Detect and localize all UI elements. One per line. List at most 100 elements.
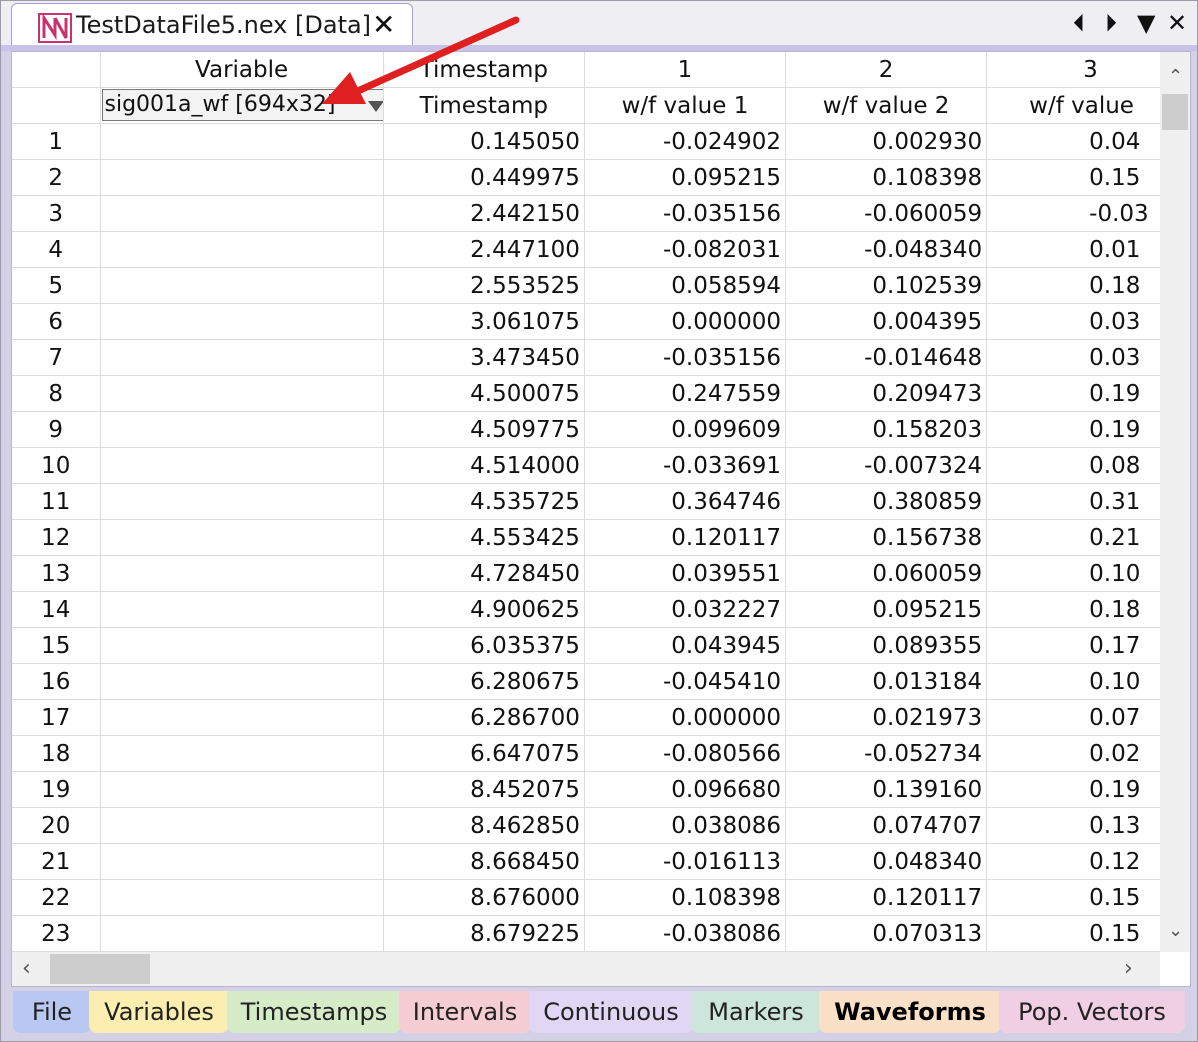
data-table: Variable Timestamp 1 2 3 sig001a_wf [694… [12,52,1190,952]
data-grid: Variable Timestamp 1 2 3 sig001a_wf [694… [11,51,1191,987]
table-row[interactable]: 16 6.280675 -0.045410 0.013184 0.10 [12,663,1190,700]
variable-cell [100,447,384,484]
wf-value-2-cell: 0.021973 [785,699,988,736]
scroll-left-icon[interactable]: ‹ [22,956,31,981]
horizontal-scrollbar[interactable]: ‹ › [12,952,1160,986]
row-number: 13 [12,555,101,592]
wf-value-2-cell: 0.102539 [785,267,988,304]
table-row[interactable]: 19 8.452075 0.096680 0.139160 0.19 [12,771,1190,808]
timestamp-cell: 3.473450 [383,339,585,376]
timestamp-cell: 4.514000 [383,447,585,484]
bottom-tab-variables[interactable]: Variables [89,991,229,1033]
timestamp-cell: 8.676000 [383,879,585,916]
table-row[interactable]: 7 3.473450 -0.035156 -0.014648 0.03 [12,339,1190,376]
wf-value-2-cell: 0.095215 [785,591,988,628]
wf-value-1-cell: 0.108398 [584,879,787,916]
subheader-timestamp: Timestamp [383,87,585,124]
timestamp-cell: 8.462850 [383,807,585,844]
table-row[interactable]: 17 6.286700 0.000000 0.021973 0.07 [12,699,1190,736]
bottom-tab-intervals[interactable]: Intervals [399,991,531,1033]
table-row[interactable]: 8 4.500075 0.247559 0.209473 0.19 [12,375,1190,412]
variable-cell [100,375,384,412]
nav-right-icon[interactable]: ⏵ [1105,9,1117,37]
timestamp-cell: 6.035375 [383,627,585,664]
window-menu-icon[interactable]: ▼ [1137,9,1155,37]
row-number: 21 [12,843,101,880]
dropdown-arrow-icon[interactable] [367,101,383,112]
wf-value-1-cell: 0.096680 [584,771,787,808]
table-row[interactable]: 22 8.676000 0.108398 0.120117 0.15 [12,879,1190,916]
timestamp-cell: 2.442150 [383,195,585,232]
scroll-up-icon[interactable]: ⌃ [1168,66,1183,87]
table-row[interactable]: 23 8.679225 -0.038086 0.070313 0.15 [12,915,1190,952]
horizontal-scroll-thumb[interactable] [50,954,150,984]
bottom-tab-timestamps[interactable]: Timestamps [227,991,401,1033]
variable-cell [100,483,384,520]
table-row[interactable]: 5 2.553525 0.058594 0.102539 0.18 [12,267,1190,304]
variable-cell [100,195,384,232]
wf-value-1-cell: 0.043945 [584,627,787,664]
table-row[interactable]: 6 3.061075 0.000000 0.004395 0.03 [12,303,1190,340]
table-row[interactable]: 3 2.442150 -0.035156 -0.060059 -0.03 [12,195,1190,232]
column-header-timestamp[interactable]: Timestamp [383,52,585,88]
header-row-1: Variable Timestamp 1 2 3 [12,52,1190,88]
table-row[interactable]: 9 4.509775 0.099609 0.158203 0.19 [12,411,1190,448]
document-tab[interactable]: TestDataFile5.nex [Data] ✕ [11,3,413,48]
timestamp-cell: 8.668450 [383,843,585,880]
variable-dropdown[interactable]: sig001a_wf [694x32] [101,89,383,121]
wf-value-1-cell: 0.058594 [584,267,787,304]
wf-value-2-cell: -0.007324 [785,447,988,484]
table-row[interactable]: 18 6.647075 -0.080566 -0.052734 0.02 [12,735,1190,772]
scroll-down-icon[interactable]: ⌄ [1168,920,1183,941]
window-close-icon[interactable]: ✕ [1167,9,1187,37]
wf-value-1-cell: 0.120117 [584,519,787,556]
wf-value-1-cell: 0.247559 [584,375,787,412]
variable-dropdown-value: sig001a_wf [694x32] [104,92,336,117]
column-header-1[interactable]: 1 [584,52,787,88]
wf-value-1-cell: 0.039551 [584,555,787,592]
table-row[interactable]: 21 8.668450 -0.016113 0.048340 0.12 [12,843,1190,880]
variable-cell [100,807,384,844]
timestamp-cell: 4.728450 [383,555,585,592]
variable-cell [100,591,384,628]
wf-value-2-cell: 0.048340 [785,843,988,880]
table-row[interactable]: 4 2.447100 -0.082031 -0.048340 0.01 [12,231,1190,268]
row-number: 15 [12,627,101,664]
scroll-right-icon[interactable]: › [1124,956,1133,981]
table-row[interactable]: 20 8.462850 0.038086 0.074707 0.13 [12,807,1190,844]
row-number: 1 [12,123,101,160]
document-tab-close-icon[interactable]: ✕ [372,8,395,42]
table-row[interactable]: 10 4.514000 -0.033691 -0.007324 0.08 [12,447,1190,484]
table-row[interactable]: 12 4.553425 0.120117 0.156738 0.21 [12,519,1190,556]
column-header-variable: Variable [100,52,384,88]
bottom-tab-file[interactable]: File [13,991,91,1033]
vertical-scrollbar[interactable]: ⌃ ⌄ [1160,52,1190,952]
timestamp-cell: 2.447100 [383,231,585,268]
row-number: 11 [12,483,101,520]
nav-left-icon[interactable]: ⏴ [1073,9,1085,37]
bottom-tab-markers[interactable]: Markers [691,991,821,1033]
wf-value-1-cell: -0.082031 [584,231,787,268]
vertical-scroll-thumb[interactable] [1162,94,1188,130]
row-number: 17 [12,699,101,736]
wf-value-2-cell: -0.052734 [785,735,988,772]
neuroexplorer-logo-icon [38,13,72,43]
table-row[interactable]: 11 4.535725 0.364746 0.380859 0.31 [12,483,1190,520]
table-row[interactable]: 2 0.449975 0.095215 0.108398 0.15 [12,159,1190,196]
bottom-tab-continuous[interactable]: Continuous [529,991,693,1033]
row-number: 22 [12,879,101,916]
timestamp-cell: 6.647075 [383,735,585,772]
table-row[interactable]: 1 0.145050 -0.024902 0.002930 0.04 [12,123,1190,160]
header-row-label [12,87,101,124]
document-tab-title: TestDataFile5.nex [Data] [76,11,372,39]
variable-cell [100,267,384,304]
bottom-tab-waveforms[interactable]: Waveforms [819,991,1001,1033]
table-row[interactable]: 15 6.035375 0.043945 0.089355 0.17 [12,627,1190,664]
column-header-2[interactable]: 2 [785,52,988,88]
table-row[interactable]: 13 4.728450 0.039551 0.060059 0.10 [12,555,1190,592]
table-row[interactable]: 14 4.900625 0.032227 0.095215 0.18 [12,591,1190,628]
wf-value-1-cell: 0.032227 [584,591,787,628]
bottom-tab-pop-vectors[interactable]: Pop. Vectors [999,991,1185,1033]
row-number: 5 [12,267,101,304]
row-number: 2 [12,159,101,196]
